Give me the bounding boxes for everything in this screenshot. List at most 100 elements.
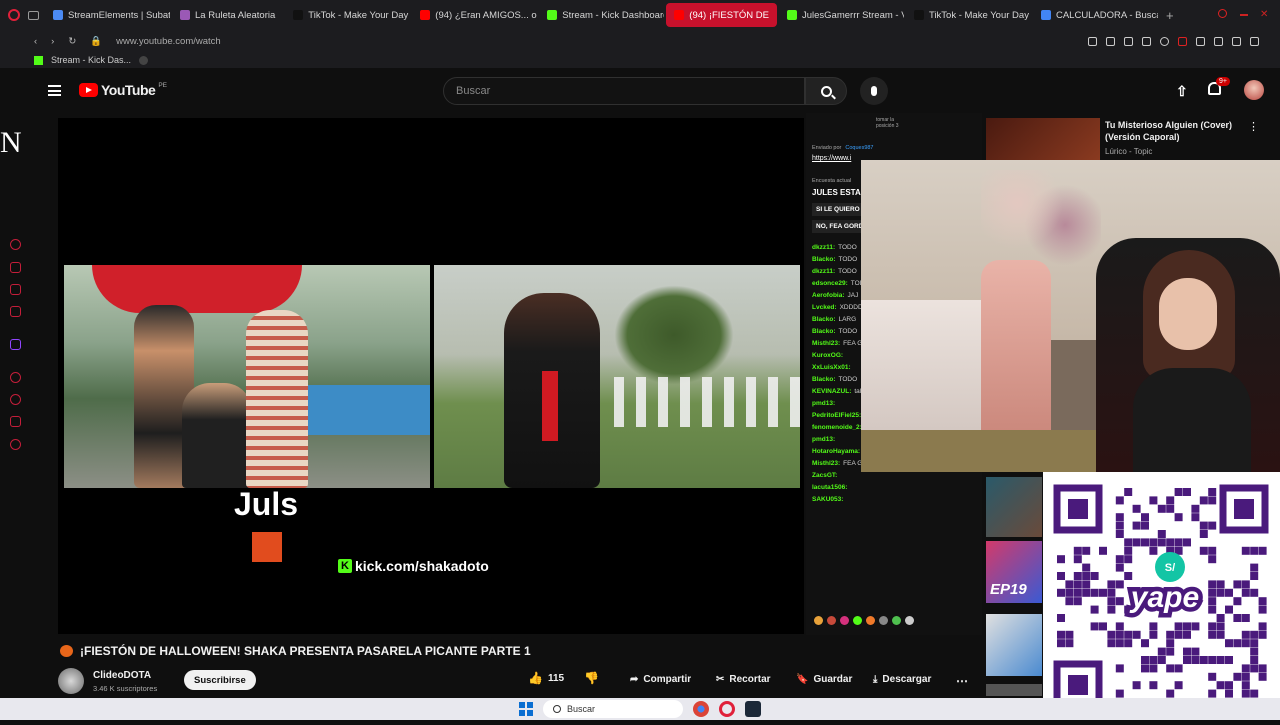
sidebar-clock-icon[interactable] [10,394,21,405]
emote-bar[interactable] [814,616,914,625]
browser-tab[interactable]: TikTok - Make Your Day [285,3,410,27]
close-window-button[interactable]: ✕ [1260,9,1268,20]
channel-avatar[interactable] [58,668,84,694]
workspaces-icon[interactable] [28,10,39,20]
chat-username[interactable]: Misthl23: [812,340,840,347]
sidebar-player-icon[interactable] [10,372,21,383]
recommended-thumb-5[interactable] [986,684,1042,696]
chat-username[interactable]: lacuta1506: [812,484,847,491]
browser-tab[interactable]: La Ruleta Aleatoria [172,3,283,27]
qr-module [1166,630,1175,639]
chat-username[interactable]: Blacko: [812,256,835,263]
tab-favicon-icon [547,10,558,20]
share-button[interactable]: ➦ Compartir [630,674,691,685]
bookmark-kick-dashboard[interactable]: Stream - Kick Das... [51,55,131,65]
browser-tab[interactable]: TikTok - Make Your Day [906,3,1031,27]
browser-tab[interactable]: (94) ¡FIESTÓN DE [666,3,777,27]
qr-module [1233,614,1242,622]
subscribe-button[interactable]: Suscribirse [184,670,256,690]
dislike-button[interactable]: 👎 [584,671,599,685]
yape-qr-code[interactable]: S/ yape [1043,472,1280,720]
browser-tab[interactable]: StreamElements | Subath [45,3,170,27]
sidebar-settings-icon[interactable] [10,439,21,450]
taskbar-app-opera-icon[interactable] [719,701,735,717]
more-options-icon[interactable]: ⋮ [1248,120,1259,133]
chat-username[interactable]: Blacko: [812,316,835,323]
qr-module [1141,521,1149,530]
browser-tab[interactable]: Stream - Kick Dashboard [539,3,664,27]
create-upload-icon[interactable]: ⇧ [1176,83,1188,100]
tab-favicon-icon [786,10,797,20]
chat-username[interactable]: SAKU053: [812,496,843,503]
qr-module [1199,546,1208,555]
sidebar-history-icon[interactable] [10,239,21,250]
chat-username[interactable]: Blacko: [812,376,835,383]
qr-module [1149,538,1158,547]
chat-username[interactable]: Lvcked: [812,304,837,311]
search-button[interactable] [805,77,847,105]
sidebar-whatsapp-icon[interactable] [10,284,21,295]
new-tab-button[interactable]: + [1166,8,1174,23]
recommended-item[interactable]: Tu Misterioso Alguien (Cover) (Versión C… [986,118,1280,160]
channel-name[interactable]: ClideoDOTA [93,670,151,681]
opera-logo-icon[interactable] [8,9,20,21]
browser-tab[interactable]: (94) ¿Eran AMIGOS... o A [412,3,537,27]
chat-username[interactable]: fenomenoide_2: [812,424,862,431]
taskbar-search[interactable]: Buscar [543,700,683,718]
chat-username[interactable]: KEVINAZUL: [812,388,851,395]
chat-username[interactable]: PedritoElFiel25: [812,412,861,419]
taskbar-app-steam-icon[interactable] [745,701,761,717]
video-player[interactable]: Juls K kick.com/shakadoto [58,118,804,634]
taskbar-app-chrome-icon[interactable] [693,701,709,717]
sent-by-row: Enviado por Coques987 [806,125,982,153]
search-input[interactable]: Buscar [443,77,805,105]
microphone-icon[interactable] [860,77,888,105]
clip-button[interactable]: ✂ Recortar [716,674,771,685]
chat-username[interactable]: XxLuisXx01: [812,364,851,371]
chat-username[interactable]: Aerofobia: [812,292,845,299]
qr-module [1166,647,1175,656]
sidebar-bookmarks-icon[interactable] [10,416,21,427]
menu-icon[interactable] [48,85,61,96]
qr-module [1090,588,1099,597]
recommended-thumb-ep[interactable]: EP19 [986,541,1042,603]
tab-label: (94) ¡FIESTÓN DE [689,9,769,21]
chat-username[interactable]: HotaroHayama: [812,448,860,455]
browser-tab[interactable]: JulesGamerrr Stream - V [779,3,904,27]
chat-username[interactable]: ZacsGT: [812,472,837,479]
youtube-logo[interactable]: YouTube PE [79,82,167,98]
chat-username[interactable]: Misthl23: [812,460,840,467]
sidebar-instagram-icon[interactable] [10,306,21,317]
avatar[interactable] [1244,80,1264,100]
chat-username[interactable]: KuroxOG: [812,352,843,359]
sidebar-twitch-icon[interactable] [10,339,21,350]
browser-tab[interactable]: CALCULADORA - Buscar [1033,3,1158,27]
minimize-button[interactable] [1240,14,1248,16]
url-field[interactable]: www.youtube.com/watch [116,36,221,47]
windows-start-icon[interactable] [519,702,533,716]
bookmark-icon: 🔖 [796,674,809,685]
recommended-thumb-2[interactable] [986,477,1042,537]
save-button[interactable]: 🔖 Guardar [796,674,852,685]
download-button[interactable]: ⤓ Descargar [873,674,931,685]
chat-username[interactable]: Blacko: [812,328,835,335]
red-umbrella [92,265,302,313]
search-tabs-icon[interactable] [1218,9,1227,18]
forward-icon[interactable]: › [51,36,54,47]
person-striped [246,310,308,488]
sidebar-messenger-icon[interactable] [10,262,21,273]
qr-module [1115,530,1124,538]
chat-text: TODO [838,327,858,335]
chat-username[interactable]: pmd13: [812,436,835,443]
chat-username[interactable]: dkzz11: [812,244,835,251]
more-actions-icon[interactable]: ⋯ [956,674,968,688]
chat-username[interactable]: pmd13: [812,400,835,407]
reload-icon[interactable]: ↻ [68,36,76,47]
chat-username[interactable]: edsonce29: [812,280,848,287]
recommended-thumb-4[interactable] [986,614,1042,676]
chat-username[interactable]: dkzz11: [812,268,835,275]
like-button[interactable]: 👍 115 [528,671,564,685]
bookmark-extra-icon[interactable] [139,55,149,65]
back-icon[interactable]: ‹ [34,36,37,47]
extension-icons[interactable] [1088,36,1259,46]
